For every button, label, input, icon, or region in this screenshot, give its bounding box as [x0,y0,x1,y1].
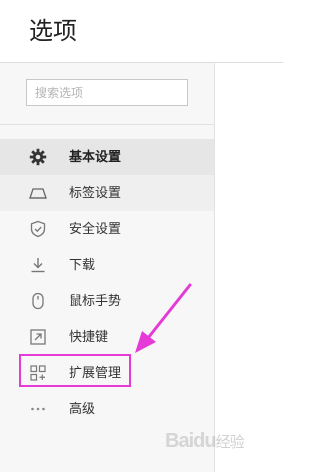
annotation-arrow [135,283,192,353]
watermark: Baidu经验 [165,430,245,452]
